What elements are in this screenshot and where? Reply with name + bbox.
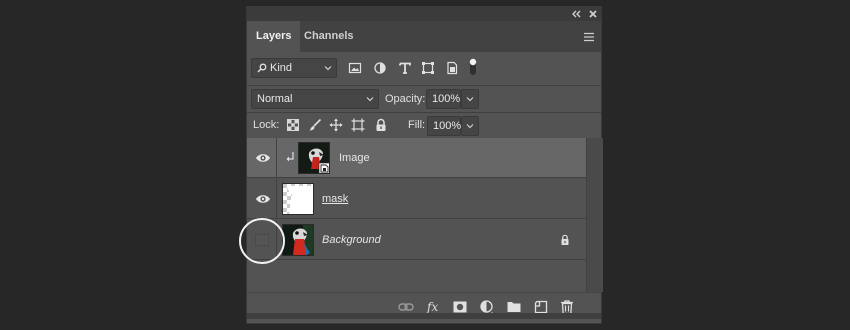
kind-filter-label: Kind: [270, 62, 293, 74]
lock-icon: [561, 234, 569, 245]
fill-input[interactable]: 100%: [427, 116, 461, 136]
layer-thumbnail-mask: [282, 183, 314, 215]
layer-row-background[interactable]: Background: [247, 220, 586, 260]
opacity-dropdown-button[interactable]: [461, 89, 479, 109]
layer-thumbnail-background: [282, 224, 314, 256]
kind-filter-select[interactable]: Kind: [251, 58, 337, 78]
layer-name: Background: [322, 234, 381, 246]
chevron-down-icon: [466, 97, 474, 102]
layer-row-image[interactable]: Image: [247, 138, 586, 178]
close-icon[interactable]: [587, 8, 599, 20]
highlight-circle: [239, 218, 285, 264]
layer-name: Image: [339, 152, 370, 164]
layer-row-mask[interactable]: mask: [247, 179, 586, 219]
panel-resize-grip[interactable]: [247, 313, 601, 319]
shape-filter-icon[interactable]: [421, 61, 435, 75]
pixel-filter-icon[interactable]: [348, 61, 362, 75]
hamburger-menu-icon[interactable]: [583, 32, 595, 42]
opacity-input[interactable]: 100%: [426, 89, 461, 109]
eye-icon: [256, 154, 270, 162]
lock-transparent-pixels-icon[interactable]: [286, 118, 300, 132]
tab-channels[interactable]: Channels: [295, 21, 363, 52]
panel-tabbar: Layers Channels: [247, 21, 601, 52]
type-filter-icon[interactable]: [398, 61, 412, 75]
layer-thumbnail-image: [298, 142, 330, 174]
lock-image-pixels-icon[interactable]: [308, 118, 322, 132]
smart-object-filter-icon[interactable]: [445, 61, 459, 75]
chevron-down-icon: [366, 97, 374, 102]
layers-list: Image mask Background: [247, 138, 603, 292]
lock-row: Lock: Fill: 100%: [247, 113, 601, 138]
double-chevron-left-icon[interactable]: [570, 8, 582, 20]
blend-mode-value: Normal: [257, 93, 293, 105]
opacity-label: Opacity:: [385, 93, 426, 105]
search-icon: [257, 63, 267, 73]
lock-artboard-icon[interactable]: [351, 118, 365, 132]
layers-scrollbar[interactable]: [586, 138, 603, 292]
filter-row: Kind: [247, 52, 601, 85]
lock-all-icon[interactable]: [374, 118, 388, 132]
fill-label: Fill:: [408, 119, 426, 131]
panel-title-strip: [247, 7, 601, 21]
svg-text:fx: fx: [426, 300, 438, 314]
fill-dropdown-button[interactable]: [461, 116, 479, 136]
tab-layers[interactable]: Layers: [247, 21, 301, 52]
layers-panel: Layers Channels Kind Normal Opacity: 100…: [246, 6, 603, 324]
visibility-toggle[interactable]: [247, 179, 277, 219]
chevron-down-icon: [466, 124, 474, 129]
adjustment-filter-icon[interactable]: [373, 61, 387, 75]
chevron-down-icon: [324, 66, 332, 71]
lock-position-icon[interactable]: [329, 118, 343, 132]
eye-icon: [256, 195, 270, 203]
lock-label: Lock:: [253, 119, 280, 131]
layer-name: mask: [322, 193, 349, 205]
visibility-toggle[interactable]: [247, 138, 277, 178]
blend-mode-select[interactable]: Normal: [251, 89, 379, 109]
clipping-arrow-icon: [286, 152, 294, 162]
blend-row: Normal Opacity: 100%: [247, 86, 601, 112]
filter-toggle-icon[interactable]: [468, 56, 478, 78]
layers-footer-toolbar: fx: [247, 292, 601, 319]
